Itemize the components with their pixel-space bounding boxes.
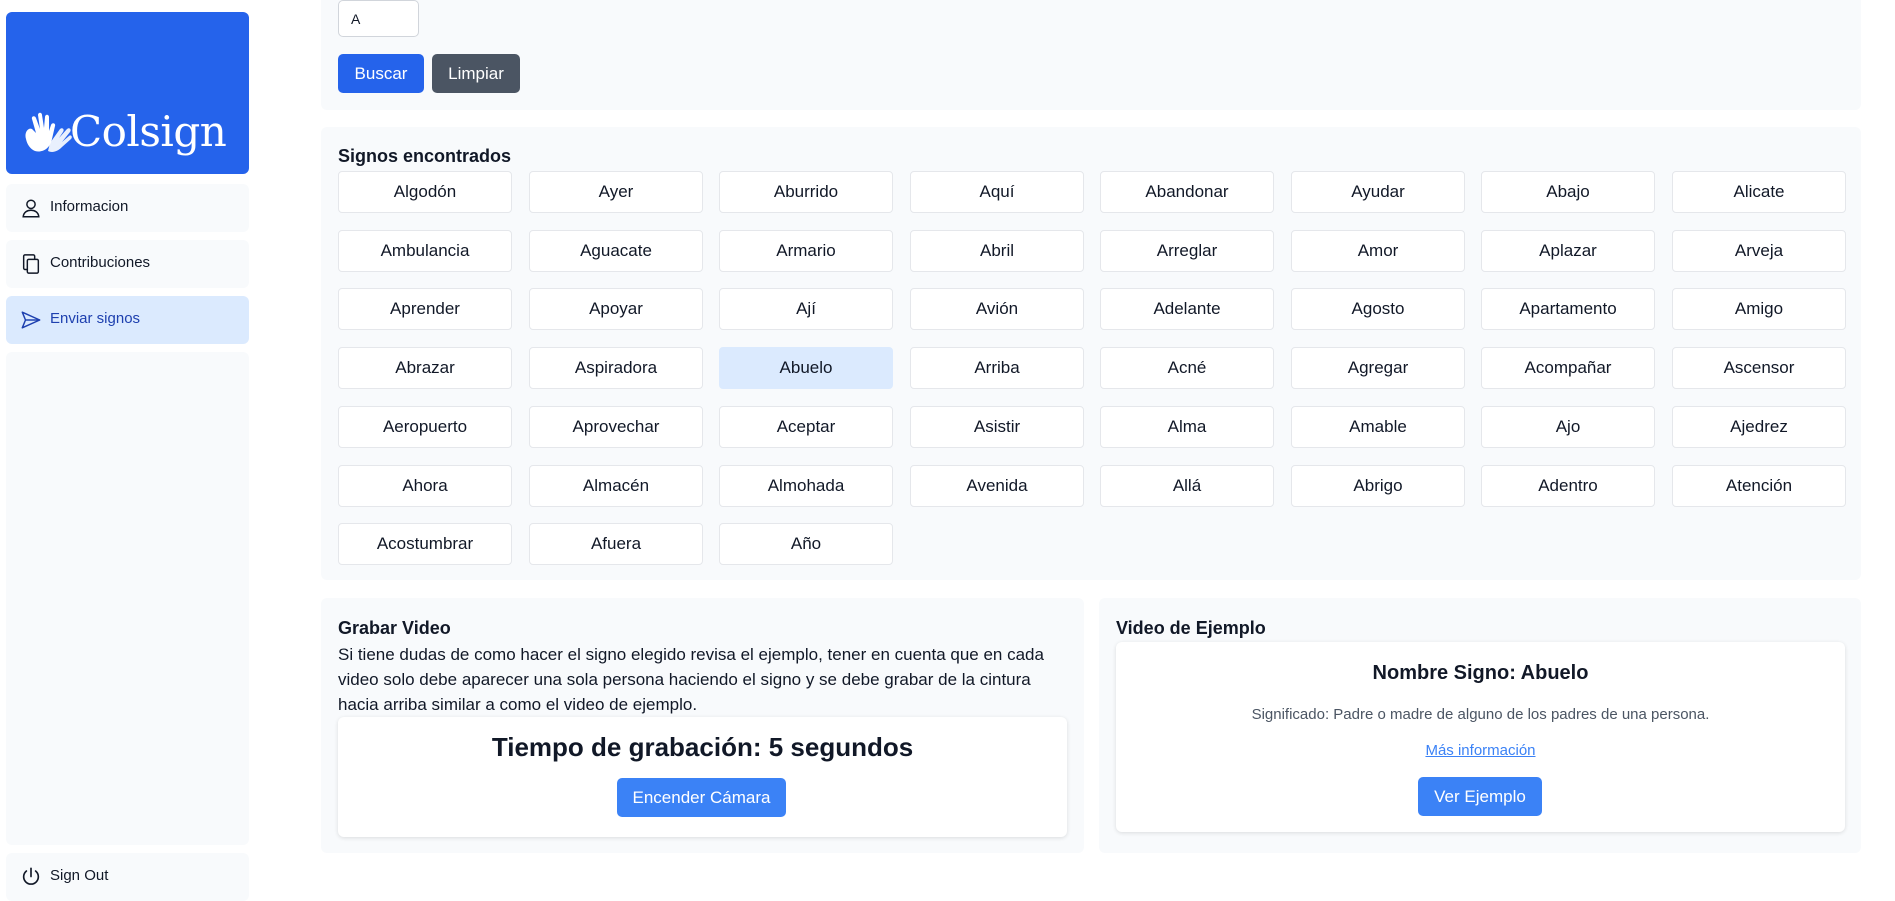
sign-button[interactable]: Asistir: [910, 406, 1084, 448]
sign-button[interactable]: Amigo: [1672, 288, 1846, 330]
sign-button[interactable]: Abrigo: [1291, 465, 1465, 507]
sign-button[interactable]: Apartamento: [1481, 288, 1655, 330]
sign-button[interactable]: Aceptar: [719, 406, 893, 448]
sidebar-item-label: Informacion: [50, 198, 129, 215]
sign-button[interactable]: Amor: [1291, 230, 1465, 272]
sign-button[interactable]: Avión: [910, 288, 1084, 330]
example-card: Nombre Signo: Abuelo Significado: Padre …: [1116, 642, 1845, 832]
sign-button[interactable]: Aprovechar: [529, 406, 703, 448]
sign-button[interactable]: Abajo: [1481, 171, 1655, 213]
search-panel: [321, 0, 1861, 110]
sign-button[interactable]: Año: [719, 523, 893, 565]
sign-button[interactable]: Aeropuerto: [338, 406, 512, 448]
view-example-button[interactable]: Ver Ejemplo: [1418, 777, 1542, 816]
sign-out-label: Sign Out: [50, 867, 109, 884]
sign-button[interactable]: Acostumbrar: [338, 523, 512, 565]
sidebar: Colsign Informacion Contribuciones Envia…: [6, 12, 249, 901]
example-title: Video de Ejemplo: [1116, 618, 1266, 638]
sign-button[interactable]: Almacén: [529, 465, 703, 507]
sign-button[interactable]: Allá: [1100, 465, 1274, 507]
sign-button[interactable]: Ascensor: [1672, 347, 1846, 389]
recording-time-label: Tiempo de grabación: 5 segundos: [491, 732, 914, 762]
sign-button[interactable]: Aspiradora: [529, 347, 703, 389]
sign-button[interactable]: Acompañar: [1481, 347, 1655, 389]
hands-logo-icon: [25, 112, 72, 152]
sidebar-item-informacion[interactable]: Informacion: [6, 184, 249, 232]
sign-name: Nombre Signo: Abuelo: [1372, 662, 1589, 684]
record-card: Tiempo de grabación: 5 segundos Encender…: [338, 717, 1067, 837]
sign-button[interactable]: Agosto: [1291, 288, 1465, 330]
more-info-link[interactable]: Más información: [1116, 742, 1845, 759]
turn-on-camera-button[interactable]: Encender Cámara: [617, 778, 786, 817]
sign-button[interactable]: Atención: [1672, 465, 1846, 507]
record-title: Grabar Video: [338, 618, 451, 638]
sidebar-item-contribuciones[interactable]: Contribuciones: [6, 240, 249, 288]
sidebar-item-label: Enviar signos: [50, 310, 141, 327]
power-icon: [22, 867, 40, 885]
brand-logo: Colsign: [6, 12, 249, 174]
brand-name: Colsign: [70, 107, 227, 156]
sign-button[interactable]: Aguacate: [529, 230, 703, 272]
copy-icon: [22, 254, 40, 274]
sign-button[interactable]: Apoyar: [529, 288, 703, 330]
sign-button[interactable]: Alicate: [1672, 171, 1846, 213]
sidebar-item-label: Contribuciones: [50, 254, 151, 271]
sign-button[interactable]: Aplazar: [1481, 230, 1655, 272]
letter-input[interactable]: [338, 0, 419, 37]
sign-button[interactable]: Abril: [910, 230, 1084, 272]
sign-button[interactable]: Alma: [1100, 406, 1274, 448]
sign-button[interactable]: Aprender: [338, 288, 512, 330]
sign-button[interactable]: Amable: [1291, 406, 1465, 448]
sign-button[interactable]: Afuera: [529, 523, 703, 565]
sign-button[interactable]: Avenida: [910, 465, 1084, 507]
sign-button[interactable]: Ayudar: [1291, 171, 1465, 213]
record-description: Si tiene dudas de como hacer el signo el…: [338, 645, 1044, 714]
sign-button[interactable]: Ayer: [529, 171, 703, 213]
sign-button[interactable]: Algodón: [338, 171, 512, 213]
sign-meaning: Significado: Padre o madre de alguno de …: [1251, 706, 1710, 723]
sign-button[interactable]: Adelante: [1100, 288, 1274, 330]
sign-button[interactable]: Abuelo: [719, 347, 893, 389]
clear-button[interactable]: Limpiar: [432, 54, 520, 93]
sign-button[interactable]: Ambulancia: [338, 230, 512, 272]
signs-title: Signos encontrados: [338, 146, 512, 166]
sign-button[interactable]: Ají: [719, 288, 893, 330]
sign-button[interactable]: Armario: [719, 230, 893, 272]
sign-button[interactable]: Ahora: [338, 465, 512, 507]
sign-button[interactable]: Ajedrez: [1672, 406, 1846, 448]
search-button[interactable]: Buscar: [338, 54, 424, 93]
sign-button[interactable]: Aburrido: [719, 171, 893, 213]
sign-button[interactable]: Adentro: [1481, 465, 1655, 507]
sign-out-button[interactable]: Sign Out: [6, 853, 249, 901]
sign-button[interactable]: Arreglar: [1100, 230, 1274, 272]
sidebar-spacer: [6, 352, 249, 845]
sign-button[interactable]: Almohada: [719, 465, 893, 507]
sign-button[interactable]: Arveja: [1672, 230, 1846, 272]
sign-button[interactable]: Abrazar: [338, 347, 512, 389]
sign-button[interactable]: Arriba: [910, 347, 1084, 389]
sign-button[interactable]: Aquí: [910, 171, 1084, 213]
sign-button[interactable]: Abandonar: [1100, 171, 1274, 213]
user-icon: [22, 199, 40, 218]
sign-button[interactable]: Acné: [1100, 347, 1274, 389]
sign-button[interactable]: Agregar: [1291, 347, 1465, 389]
sidebar-item-enviar-signos[interactable]: Enviar signos: [6, 296, 249, 344]
send-icon: [21, 311, 41, 329]
sign-button[interactable]: Ajo: [1481, 406, 1655, 448]
